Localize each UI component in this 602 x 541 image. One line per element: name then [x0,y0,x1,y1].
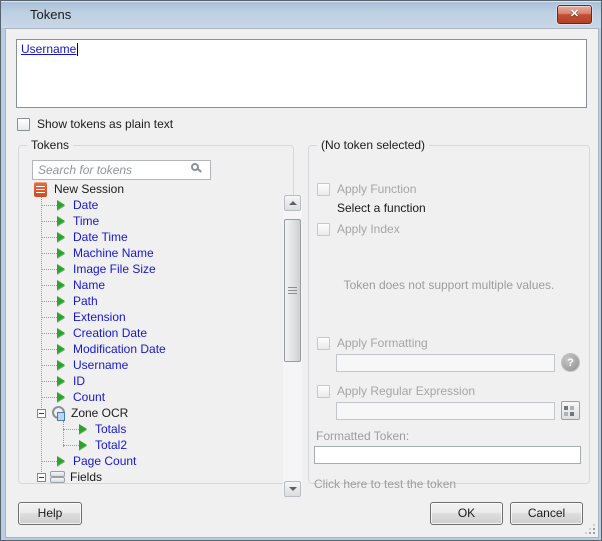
tree-item-totals[interactable]: Totals [30,421,270,437]
apply-function-label: Apply Function [337,182,416,196]
apply-index-label: Apply Index [337,222,400,236]
token-arrow-icon [57,456,65,466]
apply-regex-row: Apply Regular Expression [317,384,475,398]
close-icon: ✕ [570,8,579,20]
tree-connector-line [63,421,64,447]
ok-button[interactable]: OK [430,502,503,525]
show-plain-text-label: Show tokens as plain text [37,117,173,131]
show-plain-text-row: Show tokens as plain text [17,117,173,131]
tree-item-image-file-size[interactable]: Image File Size [30,261,270,277]
token-arrow-icon [57,264,65,274]
test-token-link[interactable]: Click here to test the token [314,477,456,491]
scroll-up-button[interactable] [284,195,301,211]
token-arrow-icon [57,376,65,386]
cancel-button[interactable]: Cancel [510,502,583,525]
tree-item-date-time[interactable]: Date Time [30,229,270,245]
token-arrow-icon [57,392,65,402]
tree-connector-line [41,197,42,478]
tree-item-modification-date[interactable]: Modification Date [30,341,270,357]
token-arrow-icon [79,424,87,434]
token-arrow-icon [57,232,65,242]
tokens-dialog: Tokens ✕ Username Show tokens as plain t… [0,0,602,541]
tree-item-page-count[interactable]: Page Count [30,453,270,469]
fields-icon [50,471,65,483]
token-tree: New Session Date Time Date Time Machine … [30,181,270,485]
tree-item-path[interactable]: Path [30,293,270,309]
thumb-grip-icon [288,290,297,291]
formatted-token-input[interactable] [314,446,581,464]
tree-scrollbar[interactable] [283,195,302,497]
arrow-up-icon [289,201,297,205]
apply-formatting-checkbox [317,337,330,350]
help-icon[interactable]: ? [562,354,579,371]
token-arrow-icon [57,200,65,210]
tree-item-date[interactable]: Date [30,197,270,213]
apply-regex-checkbox [317,385,330,398]
tree-item-username[interactable]: Username [30,357,270,373]
resize-grip[interactable] [585,524,595,534]
tree-item-id[interactable]: ID [30,373,270,389]
token-search [32,160,211,180]
tree-item-time[interactable]: Time [30,213,270,229]
tree-item-fields[interactable]: Fields [30,469,270,485]
token-arrow-icon [57,344,65,354]
select-function-text: Select a function [337,201,426,215]
tree-item-count[interactable]: Count [30,389,270,405]
search-input[interactable] [32,160,211,180]
apply-function-checkbox [317,183,330,196]
grid-icon [564,406,568,410]
search-icon [191,163,199,171]
scroll-down-button[interactable] [284,481,301,497]
arrow-down-icon [289,487,297,491]
title-bar[interactable]: Tokens ✕ [1,1,601,28]
window-title: Tokens [30,7,71,22]
token-arrow-icon [57,328,65,338]
apply-formatting-label: Apply Formatting [337,336,428,350]
token-arrow-icon [79,440,87,450]
tree-item-total2[interactable]: Total2 [30,437,270,453]
session-icon [34,182,47,197]
token-arrow-icon [57,360,65,370]
zone-ocr-icon [50,406,66,421]
apply-index-checkbox [317,223,330,236]
token-options-title: (No token selected) [317,138,429,152]
formatted-token-label: Formatted Token: [316,429,409,443]
tokens-groupbox: Tokens New Session Date Time [18,145,294,484]
token-arrow-icon [57,248,65,258]
formatting-input [336,354,555,372]
token-arrow-icon [57,296,65,306]
regex-builder-button[interactable] [561,401,580,420]
collapse-expander-icon[interactable] [37,409,46,418]
token-expression-editor[interactable]: Username [16,39,587,108]
tokens-groupbox-title: Tokens [27,138,73,152]
apply-regex-label: Apply Regular Expression [337,384,475,398]
collapse-expander-icon[interactable] [37,473,46,482]
dialog-content: Username Show tokens as plain text Token… [5,28,599,538]
token-arrow-icon [57,216,65,226]
tree-item-zone-ocr[interactable]: Zone OCR [30,405,270,421]
apply-index-row: Apply Index [317,222,400,236]
tree-item-name[interactable]: Name [30,277,270,293]
close-button[interactable]: ✕ [557,5,592,24]
no-multiple-values-text: Token does not support multiple values. [308,278,590,292]
help-button[interactable]: Help [18,502,82,525]
regex-input [336,402,555,420]
apply-function-row: Apply Function [317,182,416,196]
tree-item-new-session[interactable]: New Session [30,181,270,197]
show-plain-text-checkbox[interactable] [17,118,30,131]
apply-formatting-row: Apply Formatting [317,336,428,350]
scrollbar-thumb[interactable] [284,219,301,362]
token-arrow-icon [57,312,65,322]
token-chip-username[interactable]: Username [21,42,76,56]
tree-item-machine-name[interactable]: Machine Name [30,245,270,261]
text-caret [77,43,78,56]
token-arrow-icon [57,280,65,290]
tree-item-creation-date[interactable]: Creation Date [30,325,270,341]
tree-item-extension[interactable]: Extension [30,309,270,325]
